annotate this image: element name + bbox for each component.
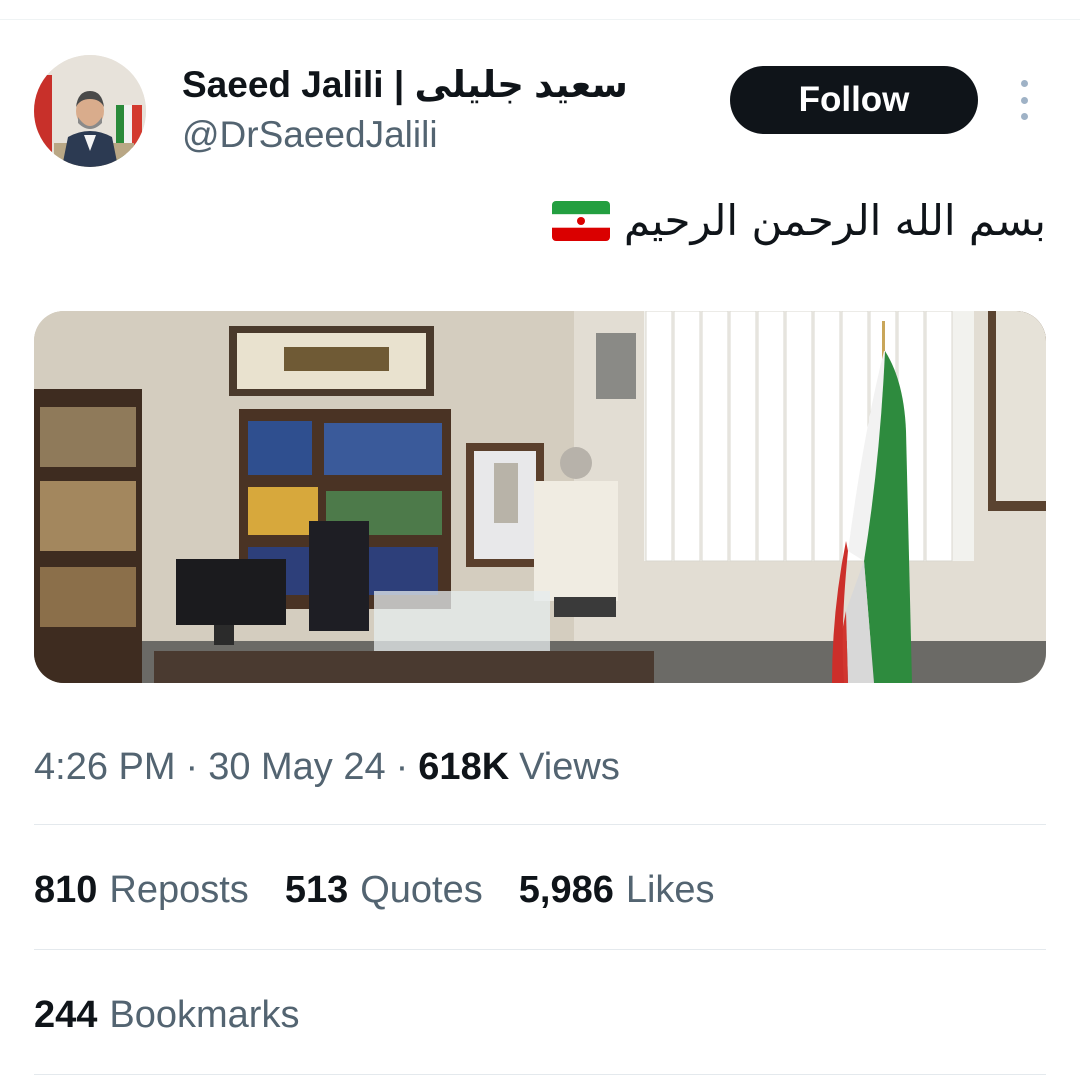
reposts-label: Reposts bbox=[109, 868, 249, 911]
reposts-stat[interactable]: 810 Reposts bbox=[34, 869, 249, 912]
author-display-name[interactable]: Saeed Jalili | سعید جلیلی bbox=[182, 62, 628, 106]
bookmarks-label: Bookmarks bbox=[109, 993, 300, 1036]
divider bbox=[34, 1074, 1046, 1075]
author-handle[interactable]: @DrSaeedJalili bbox=[182, 114, 438, 156]
likes-count: 5,986 bbox=[518, 868, 614, 911]
follow-button[interactable]: Follow bbox=[730, 66, 978, 134]
divider bbox=[34, 824, 1046, 825]
quotes-count: 513 bbox=[284, 868, 349, 911]
views-label: Views bbox=[519, 745, 620, 788]
top-divider bbox=[0, 19, 1080, 20]
quotes-stat[interactable]: 513 Quotes bbox=[285, 869, 483, 912]
tweet-date[interactable]: 30 May 24 bbox=[208, 746, 385, 789]
iran-flag-icon bbox=[551, 200, 610, 241]
quotes-label: Quotes bbox=[360, 868, 483, 911]
bookmarks-stat-inner: 244 Bookmarks bbox=[34, 994, 299, 1037]
tweet-photo[interactable] bbox=[34, 311, 1046, 683]
author-avatar[interactable] bbox=[34, 55, 146, 167]
reposts-count: 810 bbox=[34, 868, 98, 911]
likes-stat[interactable]: 5,986 Likes bbox=[519, 869, 715, 912]
tweet-text: بسم الله الرحمن الرحیم bbox=[551, 196, 1046, 245]
tweet-time[interactable]: 4:26 PM bbox=[34, 746, 176, 789]
tweet-meta: 4:26 PM · 30 May 24 · 618K Views bbox=[34, 742, 620, 792]
avatar-photo-icon bbox=[34, 55, 146, 167]
meta-separator: · bbox=[185, 745, 199, 788]
bookmarks-count: 244 bbox=[34, 993, 98, 1036]
office-photo-icon bbox=[34, 311, 1046, 683]
likes-label: Likes bbox=[625, 868, 715, 911]
more-options-icon[interactable] bbox=[1010, 80, 1038, 120]
meta-separator: · bbox=[395, 745, 409, 788]
dot bbox=[1020, 96, 1028, 104]
divider bbox=[34, 949, 1046, 950]
dot bbox=[1020, 80, 1028, 87]
tweet-body: بسم الله الرحمن الرحیم bbox=[623, 196, 1046, 245]
bookmarks-stat[interactable]: 244 Bookmarks bbox=[34, 991, 335, 1039]
engagement-stats: 810 Reposts 513 Quotes 5,986 Likes bbox=[34, 866, 751, 914]
views-count: 618K bbox=[418, 745, 510, 788]
dot bbox=[1020, 113, 1028, 120]
